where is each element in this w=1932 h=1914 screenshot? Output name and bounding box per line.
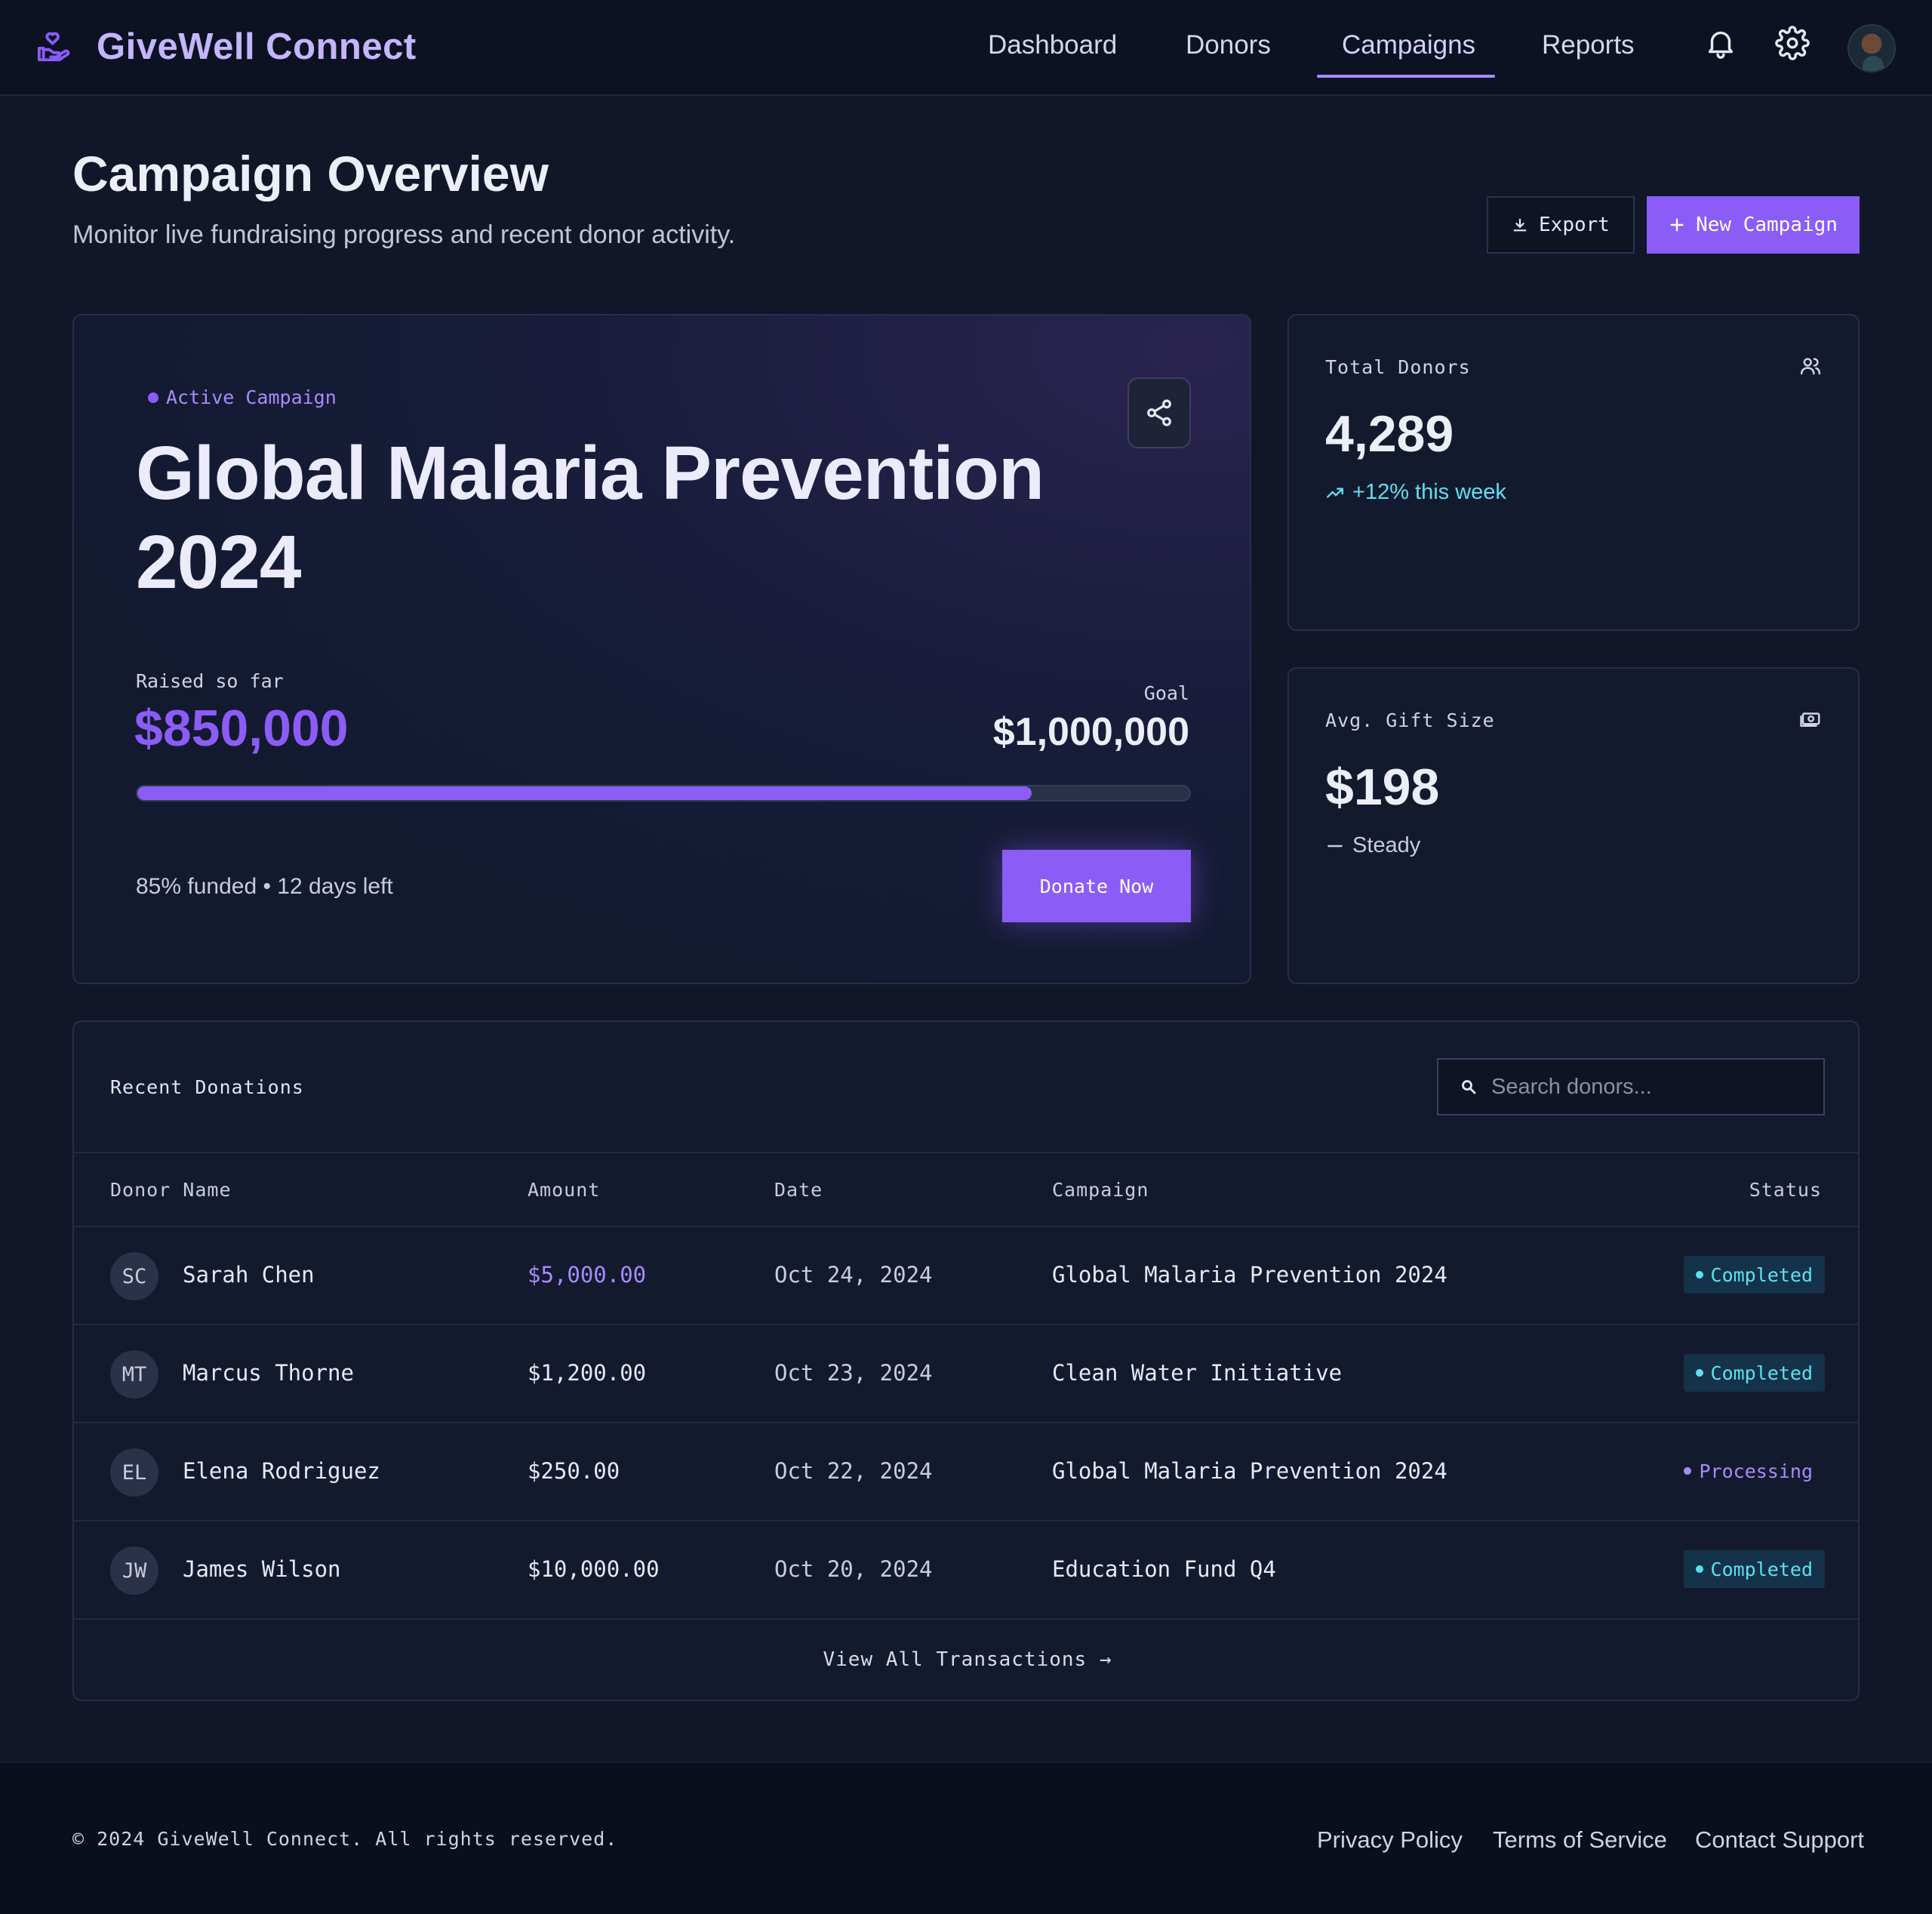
page-title: Campaign Overview <box>72 146 549 202</box>
campaign-title: Global Malaria Prevention 2024 <box>136 431 1044 605</box>
active-tab-indicator <box>1317 75 1495 78</box>
donor-name: Marcus Thorne <box>183 1360 354 1386</box>
nav-dashboard[interactable]: Dashboard <box>988 30 1117 60</box>
donation-date: Oct 22, 2024 <box>774 1458 933 1484</box>
active-campaign-card: Active Campaign Global Malaria Preventio… <box>72 314 1251 984</box>
donor-name: Sarah Chen <box>183 1262 315 1288</box>
goal-label: Goal <box>1143 682 1189 704</box>
column-header-donor[interactable]: Donor Name <box>110 1179 232 1201</box>
stat-card-avg-gift: Avg. Gift Size $198 Steady <box>1287 667 1860 984</box>
donation-campaign: Education Fund Q4 <box>1052 1556 1276 1582</box>
donation-date: Oct 20, 2024 <box>774 1556 933 1582</box>
page-footer: © 2024 GiveWell Connect. All rights rese… <box>0 1762 1932 1914</box>
cash-icon <box>1800 712 1820 727</box>
stat-trend: Steady <box>1325 833 1420 858</box>
column-header-status[interactable]: Status <box>1749 1179 1822 1201</box>
view-all-transactions-link[interactable]: View All Transactions → <box>74 1648 1858 1671</box>
top-navbar: GiveWell Connect Dashboard Donors Campai… <box>0 0 1932 96</box>
export-label: Export <box>1539 214 1610 236</box>
donation-amount: $5,000.00 <box>528 1262 647 1288</box>
donation-campaign: Global Malaria Prevention 2024 <box>1052 1262 1447 1288</box>
status-badge: Processing <box>1672 1452 1825 1490</box>
share-button[interactable] <box>1128 377 1191 448</box>
status-dot <box>148 392 158 403</box>
status-badge: Completed <box>1683 1256 1825 1294</box>
table-row[interactable]: JW James Wilson $10,000.00 Oct 20, 2024 … <box>74 1520 1858 1618</box>
donation-campaign: Clean Water Initiative <box>1052 1360 1343 1386</box>
nav-donors[interactable]: Donors <box>1186 30 1271 60</box>
table-title: Recent Donations <box>110 1076 304 1098</box>
trending-up-icon <box>1327 487 1343 498</box>
donor-name: James Wilson <box>183 1556 341 1582</box>
donor-initials-avatar: SC <box>110 1252 158 1300</box>
table-row[interactable]: SC Sarah Chen $5,000.00 Oct 24, 2024 Glo… <box>74 1226 1858 1324</box>
privacy-policy-link[interactable]: Privacy Policy <box>1317 1826 1463 1854</box>
stat-value: $198 <box>1325 759 1440 816</box>
donor-initials-avatar: EL <box>110 1448 158 1497</box>
brand[interactable]: GiveWell Connect <box>36 26 417 68</box>
funding-progress-bar <box>136 785 1191 802</box>
recent-donations-card: Recent Donations Donor Name Amount Date … <box>72 1020 1860 1701</box>
stat-trend-text: +12% this week <box>1352 480 1506 504</box>
table-row[interactable]: EL Elena Rodriguez $250.00 Oct 22, 2024 … <box>74 1422 1858 1520</box>
status-badge: Completed <box>1683 1354 1825 1392</box>
column-header-amount[interactable]: Amount <box>528 1179 600 1201</box>
user-avatar[interactable] <box>1847 24 1896 72</box>
header-divider <box>74 1152 1858 1153</box>
stat-label: Total Donors <box>1325 356 1471 378</box>
donor-initials-avatar: MT <box>110 1350 158 1399</box>
page-subtitle: Monitor live fundraising progress and re… <box>72 220 736 249</box>
dash-icon <box>1327 845 1343 847</box>
stat-trend-text: Steady <box>1352 833 1421 857</box>
new-campaign-label: New Campaign <box>1696 214 1838 236</box>
donation-amount: $10,000.00 <box>528 1556 660 1582</box>
brand-name: GiveWell Connect <box>97 26 417 67</box>
donor-initials-avatar: JW <box>110 1546 158 1595</box>
footer-divider <box>74 1618 1858 1620</box>
users-icon <box>1800 358 1821 375</box>
bell-icon[interactable] <box>1703 26 1738 60</box>
donation-amount: $250.00 <box>528 1458 620 1484</box>
search-input[interactable] <box>1491 1074 1808 1100</box>
donation-amount: $1,200.00 <box>528 1360 647 1386</box>
new-campaign-button[interactable]: New Campaign <box>1647 196 1860 254</box>
table-row[interactable]: MT Marcus Thorne $1,200.00 Oct 23, 2024 … <box>74 1324 1858 1422</box>
hand-heart-icon <box>37 32 70 62</box>
donor-name: Elena Rodriguez <box>183 1458 380 1484</box>
copyright: © 2024 GiveWell Connect. All rights rese… <box>72 1828 618 1850</box>
export-button[interactable]: Export <box>1487 196 1635 254</box>
stat-trend: +12% this week <box>1325 480 1506 505</box>
contact-support-link[interactable]: Contact Support <box>1695 1826 1864 1854</box>
raised-amount: $850,000 <box>134 700 349 757</box>
campaign-tag-label: Active Campaign <box>166 386 337 408</box>
column-header-date[interactable]: Date <box>774 1179 823 1201</box>
stat-card-total-donors: Total Donors 4,289 +12% this week <box>1287 314 1860 631</box>
status-badge: Completed <box>1683 1550 1825 1588</box>
nav-reports[interactable]: Reports <box>1542 30 1635 60</box>
plus-icon <box>1670 218 1684 232</box>
download-icon <box>1513 218 1527 232</box>
donation-date: Oct 24, 2024 <box>774 1262 933 1288</box>
share-icon <box>1147 399 1171 426</box>
gear-icon[interactable] <box>1775 26 1810 60</box>
funding-progress-fill <box>137 786 1032 800</box>
search-icon <box>1462 1080 1476 1094</box>
column-header-campaign[interactable]: Campaign <box>1052 1179 1149 1201</box>
nav-campaigns[interactable]: Campaigns <box>1342 30 1475 60</box>
campaign-meta: 85% funded • 12 days left <box>136 874 393 899</box>
raised-label: Raised so far <box>136 670 284 692</box>
campaign-status-tag: Active Campaign <box>148 386 337 408</box>
donate-now-button[interactable]: Donate Now <box>1002 850 1191 922</box>
donation-campaign: Global Malaria Prevention 2024 <box>1052 1458 1447 1484</box>
goal-amount: $1,000,000 <box>992 710 1189 754</box>
donation-date: Oct 23, 2024 <box>774 1360 933 1386</box>
stat-label: Avg. Gift Size <box>1325 709 1495 731</box>
stat-value: 4,289 <box>1325 405 1454 463</box>
donor-search[interactable] <box>1437 1058 1825 1115</box>
terms-of-service-link[interactable]: Terms of Service <box>1493 1826 1667 1854</box>
